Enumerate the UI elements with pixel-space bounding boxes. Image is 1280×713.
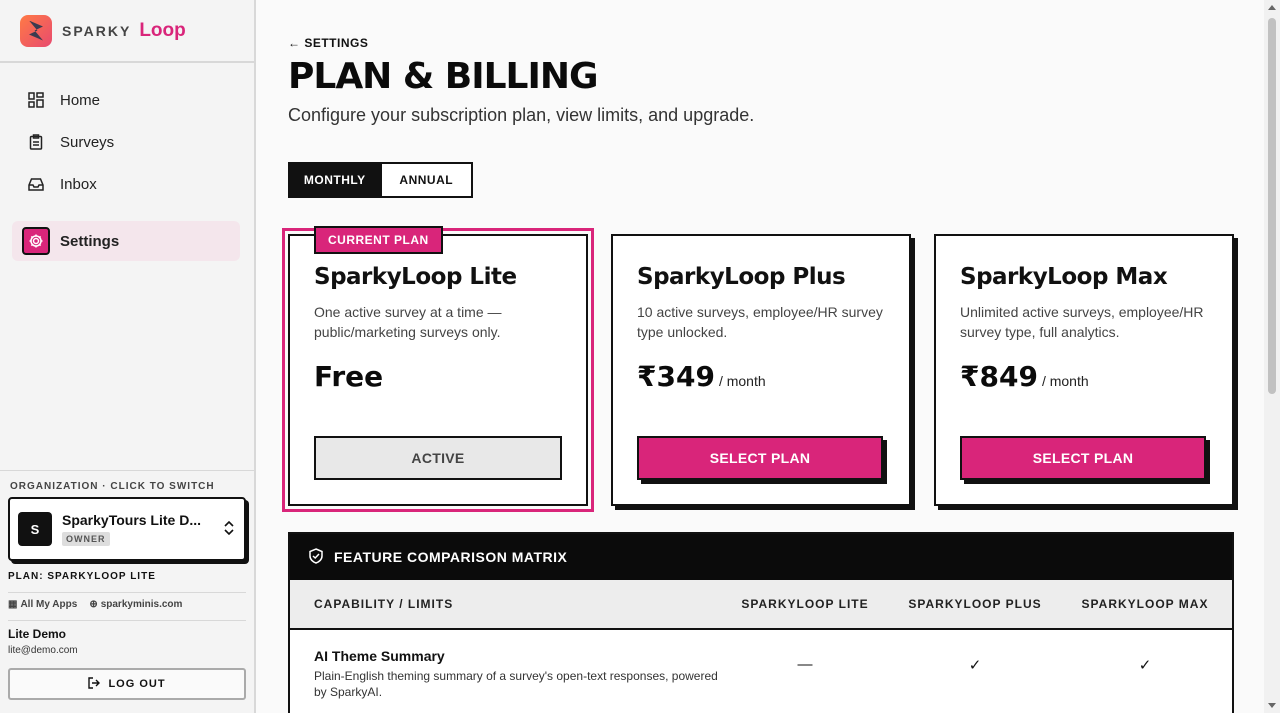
monthly-toggle[interactable]: MONTHLY — [290, 164, 380, 196]
price-value: ₹849 — [960, 360, 1038, 393]
column-header: CAPABILITY / LIMITS — [314, 597, 454, 611]
billing-period-toggle: MONTHLY ANNUAL — [288, 162, 473, 198]
matrix-column-headers: CAPABILITY / LIMITS SPARKYLOOP LITE SPAR… — [290, 580, 1232, 630]
back-label: SETTINGS — [304, 36, 369, 50]
sidebar-item-settings[interactable]: Settings — [12, 221, 240, 261]
logo-icon — [20, 14, 52, 47]
user-name: Lite Demo — [8, 627, 67, 641]
page-subtitle: Configure your subscription plan, view l… — [288, 105, 755, 125]
org-role-badge: OWNER — [62, 531, 110, 546]
feature-name: AI Theme Summary — [314, 648, 445, 664]
org-info: SparkyTours Lite D... OWNER — [62, 512, 201, 547]
max-cell: ✓ — [1060, 648, 1230, 713]
feature-matrix: FEATURE COMPARISON MATRIX CAPABILITY / L… — [288, 532, 1234, 713]
scroll-up-icon[interactable] — [1268, 5, 1276, 10]
main-content: ← SETTINGS PLAN & BILLING Configure your… — [282, 0, 1248, 512]
org-switcher[interactable]: S SparkyTours Lite D... OWNER — [8, 497, 246, 561]
sidebar-item-label: Home — [60, 91, 101, 109]
globe-icon: ⊕ — [89, 599, 98, 610]
plus-cell: ✓ — [890, 648, 1060, 713]
sidebar: SPARKY Loop Home Surveys Inbox Settings … — [0, 0, 256, 713]
select-plan-button[interactable]: SELECT PLAN — [637, 436, 883, 480]
price-period: / month — [1041, 373, 1089, 389]
price-value: Free — [314, 360, 384, 393]
plan-name: SparkyLoop Lite — [314, 264, 517, 290]
feature-description: Plain-English theming summary of a surve… — [314, 669, 718, 699]
scrollbar-thumb[interactable] — [1268, 18, 1276, 394]
column-header: SPARKYLOOP PLUS — [908, 597, 1042, 611]
all-apps-label: All My Apps — [20, 599, 78, 610]
plan-name: SparkyLoop Max — [960, 264, 1168, 290]
plan-price: ₹849/ month — [960, 360, 1208, 393]
footer-links: ▦ All My Apps ⊕ sparkyminis.com — [8, 592, 246, 610]
check-icon: ✓ — [968, 657, 982, 674]
check-icon: ✓ — [1138, 657, 1152, 674]
logout-label: LOG OUT — [108, 678, 166, 690]
gear-icon — [22, 227, 50, 255]
site-label: sparkyminis.com — [100, 599, 183, 610]
grid-icon — [28, 92, 44, 108]
sidebar-item-label: Settings — [60, 232, 120, 250]
lite-cell: — — [720, 648, 890, 713]
page-scrollbar[interactable] — [1264, 0, 1280, 713]
all-apps-link[interactable]: ▦ All My Apps — [8, 599, 77, 610]
current-plan-badge: CURRENT PLAN — [314, 226, 443, 254]
clipboard-icon — [28, 134, 44, 150]
logout-icon — [88, 676, 101, 692]
matrix-header: FEATURE COMPARISON MATRIX — [290, 534, 1232, 580]
price-period: / month — [718, 373, 766, 389]
scroll-down-icon[interactable] — [1268, 703, 1276, 708]
brand-name-part1: SPARKY — [62, 22, 132, 39]
sidebar-item-surveys[interactable]: Surveys — [0, 121, 254, 163]
logout-button[interactable]: LOG OUT — [8, 668, 246, 700]
plan-description: One active survey at a time — public/mar… — [314, 304, 502, 340]
plan-price: ₹349/ month — [637, 360, 885, 393]
active-plan-button[interactable]: ACTIVE — [314, 436, 562, 480]
matrix-title: FEATURE COMPARISON MATRIX — [334, 549, 568, 565]
chevron-updown-icon — [224, 520, 234, 538]
page-title: PLAN & BILLING — [288, 56, 599, 97]
plan-description: 10 active surveys, employee/HR survey ty… — [637, 304, 883, 340]
plan-card-lite: CURRENT PLAN SparkyLoop Lite One active … — [282, 226, 594, 512]
price-value: ₹349 — [637, 360, 715, 393]
column-header: SPARKYLOOP LITE — [741, 597, 869, 611]
brand[interactable]: SPARKY Loop — [0, 0, 254, 63]
shield-check-icon — [308, 547, 324, 567]
user-email: lite@demo.com — [8, 645, 78, 656]
plan-price: Free — [314, 360, 562, 393]
sidebar-nav: Home Surveys Inbox Settings — [0, 63, 254, 261]
annual-toggle[interactable]: ANNUAL — [379, 164, 471, 196]
plan-card-plus: SparkyLoop Plus 10 active surveys, emplo… — [611, 234, 911, 506]
sidebar-item-label: Inbox — [60, 175, 97, 193]
user-info: Lite Demo lite@demo.com — [8, 620, 246, 656]
grid-icon: ▦ — [8, 599, 18, 610]
site-link[interactable]: ⊕ sparkyminis.com — [89, 599, 182, 610]
plan-card-max: SparkyLoop Max Unlimited active surveys,… — [934, 234, 1234, 506]
org-name: SparkyTours Lite D... — [62, 511, 201, 528]
brand-name-part2: Loop — [139, 19, 186, 41]
org-block: ORGANIZATION · CLICK TO SWITCH S SparkyT… — [0, 470, 254, 700]
table-row: AI Theme Summary Plain-English theming s… — [290, 630, 1232, 713]
plan-cards: CURRENT PLAN SparkyLoop Lite One active … — [282, 226, 1248, 512]
plan-name: SparkyLoop Plus — [637, 264, 846, 290]
org-avatar: S — [18, 512, 52, 546]
select-plan-button[interactable]: SELECT PLAN — [960, 436, 1206, 480]
inbox-icon — [28, 176, 44, 192]
org-label: ORGANIZATION · CLICK TO SWITCH — [10, 481, 215, 492]
feature-cell: AI Theme Summary Plain-English theming s… — [290, 648, 720, 713]
sidebar-item-inbox[interactable]: Inbox — [0, 163, 254, 205]
arrow-left-icon: ← — [288, 36, 301, 50]
sidebar-item-label: Surveys — [60, 133, 115, 151]
current-plan-label: PLAN: SPARKYLOOP LITE — [8, 571, 156, 582]
back-link[interactable]: ← SETTINGS — [288, 36, 1248, 50]
sidebar-item-home[interactable]: Home — [0, 79, 254, 121]
column-header: SPARKYLOOP MAX — [1081, 597, 1209, 611]
plan-description: Unlimited active surveys, employee/HR su… — [960, 304, 1204, 340]
dash-mark: — — [797, 656, 813, 673]
